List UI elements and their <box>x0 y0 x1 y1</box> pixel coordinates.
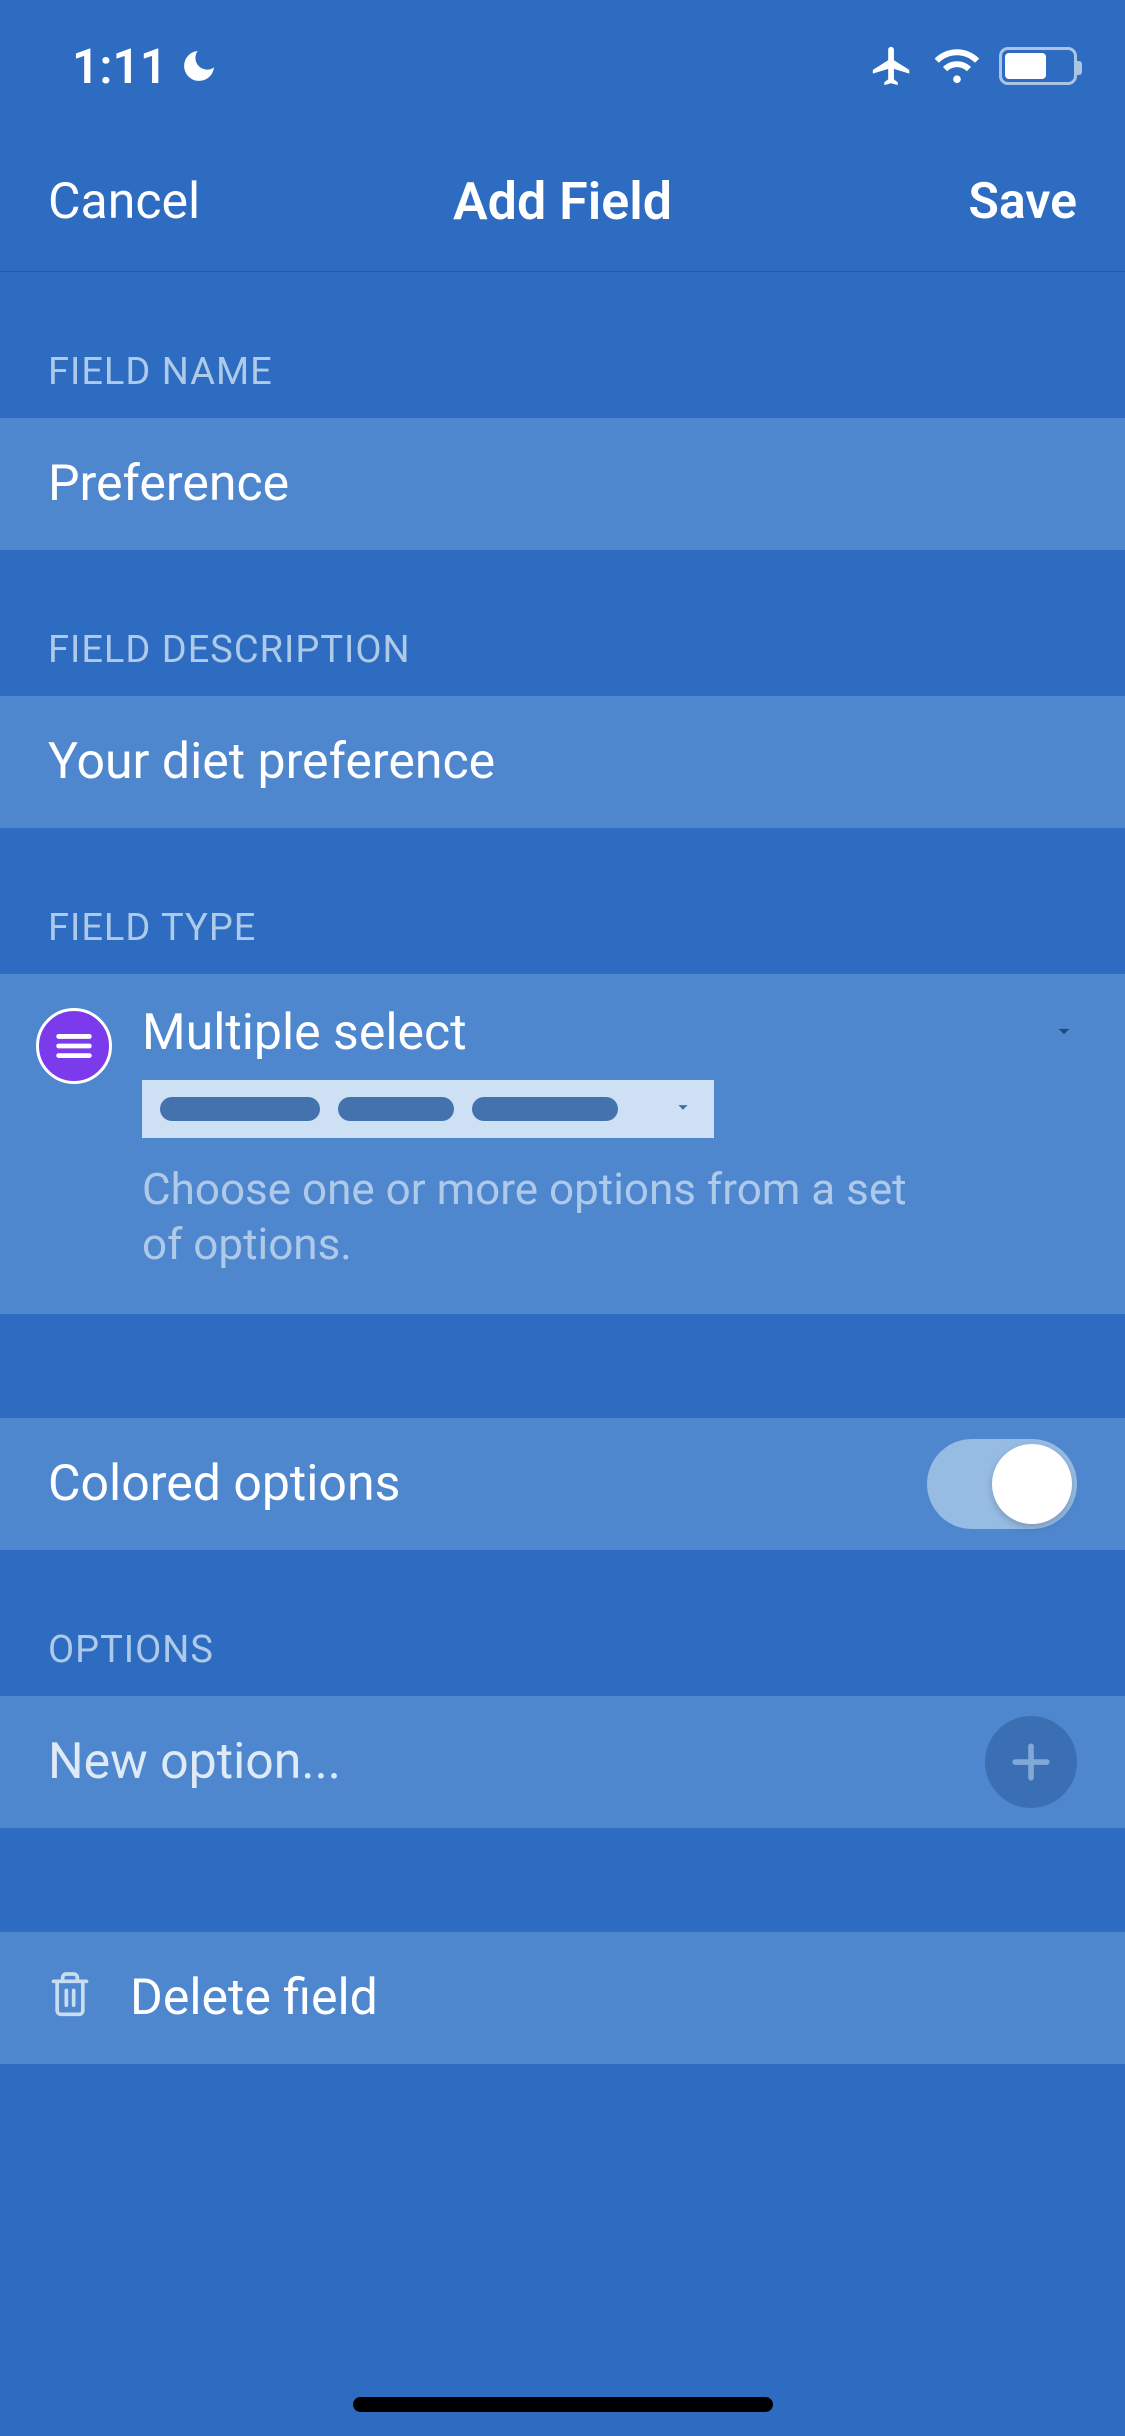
page-title: Add Field <box>453 171 672 232</box>
field-type-selector[interactable]: Multiple select Choose one or more optio… <box>0 974 1125 1314</box>
battery-icon <box>999 47 1077 85</box>
delete-field-label: Delete field <box>130 1969 378 2027</box>
field-type-preview <box>142 1080 714 1138</box>
field-type-description: Choose one or more options from a set of… <box>142 1162 942 1272</box>
preview-pill <box>160 1097 320 1121</box>
section-header-field-type: FIELD TYPE <box>0 828 1125 974</box>
delete-field-button[interactable]: Delete field <box>0 1932 1125 2064</box>
field-description-cell[interactable] <box>0 696 1125 828</box>
new-option-row[interactable]: New option... <box>0 1696 1125 1828</box>
cancel-button[interactable]: Cancel <box>48 173 200 231</box>
field-type-name: Multiple select <box>142 1004 467 1062</box>
preview-pill <box>472 1097 618 1121</box>
add-option-button[interactable] <box>985 1716 1077 1808</box>
wifi-icon <box>933 45 981 87</box>
nav-bar: Cancel Add Field Save <box>0 132 1125 272</box>
field-type-title-row: Multiple select <box>142 1004 1077 1062</box>
colored-options-row: Colored options <box>0 1418 1125 1550</box>
section-header-options: OPTIONS <box>0 1550 1125 1696</box>
colored-options-toggle[interactable] <box>927 1439 1077 1529</box>
save-button[interactable]: Save <box>968 173 1077 231</box>
chevron-down-icon <box>1051 1018 1077 1048</box>
status-time: 1:11 <box>72 38 167 95</box>
chevron-down-icon <box>672 1096 694 1122</box>
airplane-mode-icon <box>869 43 915 89</box>
status-left: 1:11 <box>72 38 219 95</box>
field-type-content: Multiple select Choose one or more optio… <box>142 1004 1077 1272</box>
status-right <box>869 43 1077 89</box>
multiple-select-icon <box>36 1008 112 1084</box>
dnd-moon-icon <box>179 46 219 86</box>
section-header-field-description: FIELD DESCRIPTION <box>0 550 1125 696</box>
battery-fill <box>1005 53 1046 79</box>
colored-options-label: Colored options <box>48 1455 400 1513</box>
section-header-field-name: FIELD NAME <box>0 272 1125 418</box>
status-bar: 1:11 <box>0 0 1125 132</box>
preview-pill <box>338 1097 454 1121</box>
field-description-input[interactable] <box>48 733 1077 791</box>
new-option-placeholder: New option... <box>48 1733 341 1791</box>
field-name-input[interactable] <box>48 455 1077 513</box>
home-indicator[interactable] <box>353 2397 773 2412</box>
toggle-knob <box>992 1444 1072 1524</box>
trash-icon <box>48 1970 92 2026</box>
field-name-cell[interactable] <box>0 418 1125 550</box>
